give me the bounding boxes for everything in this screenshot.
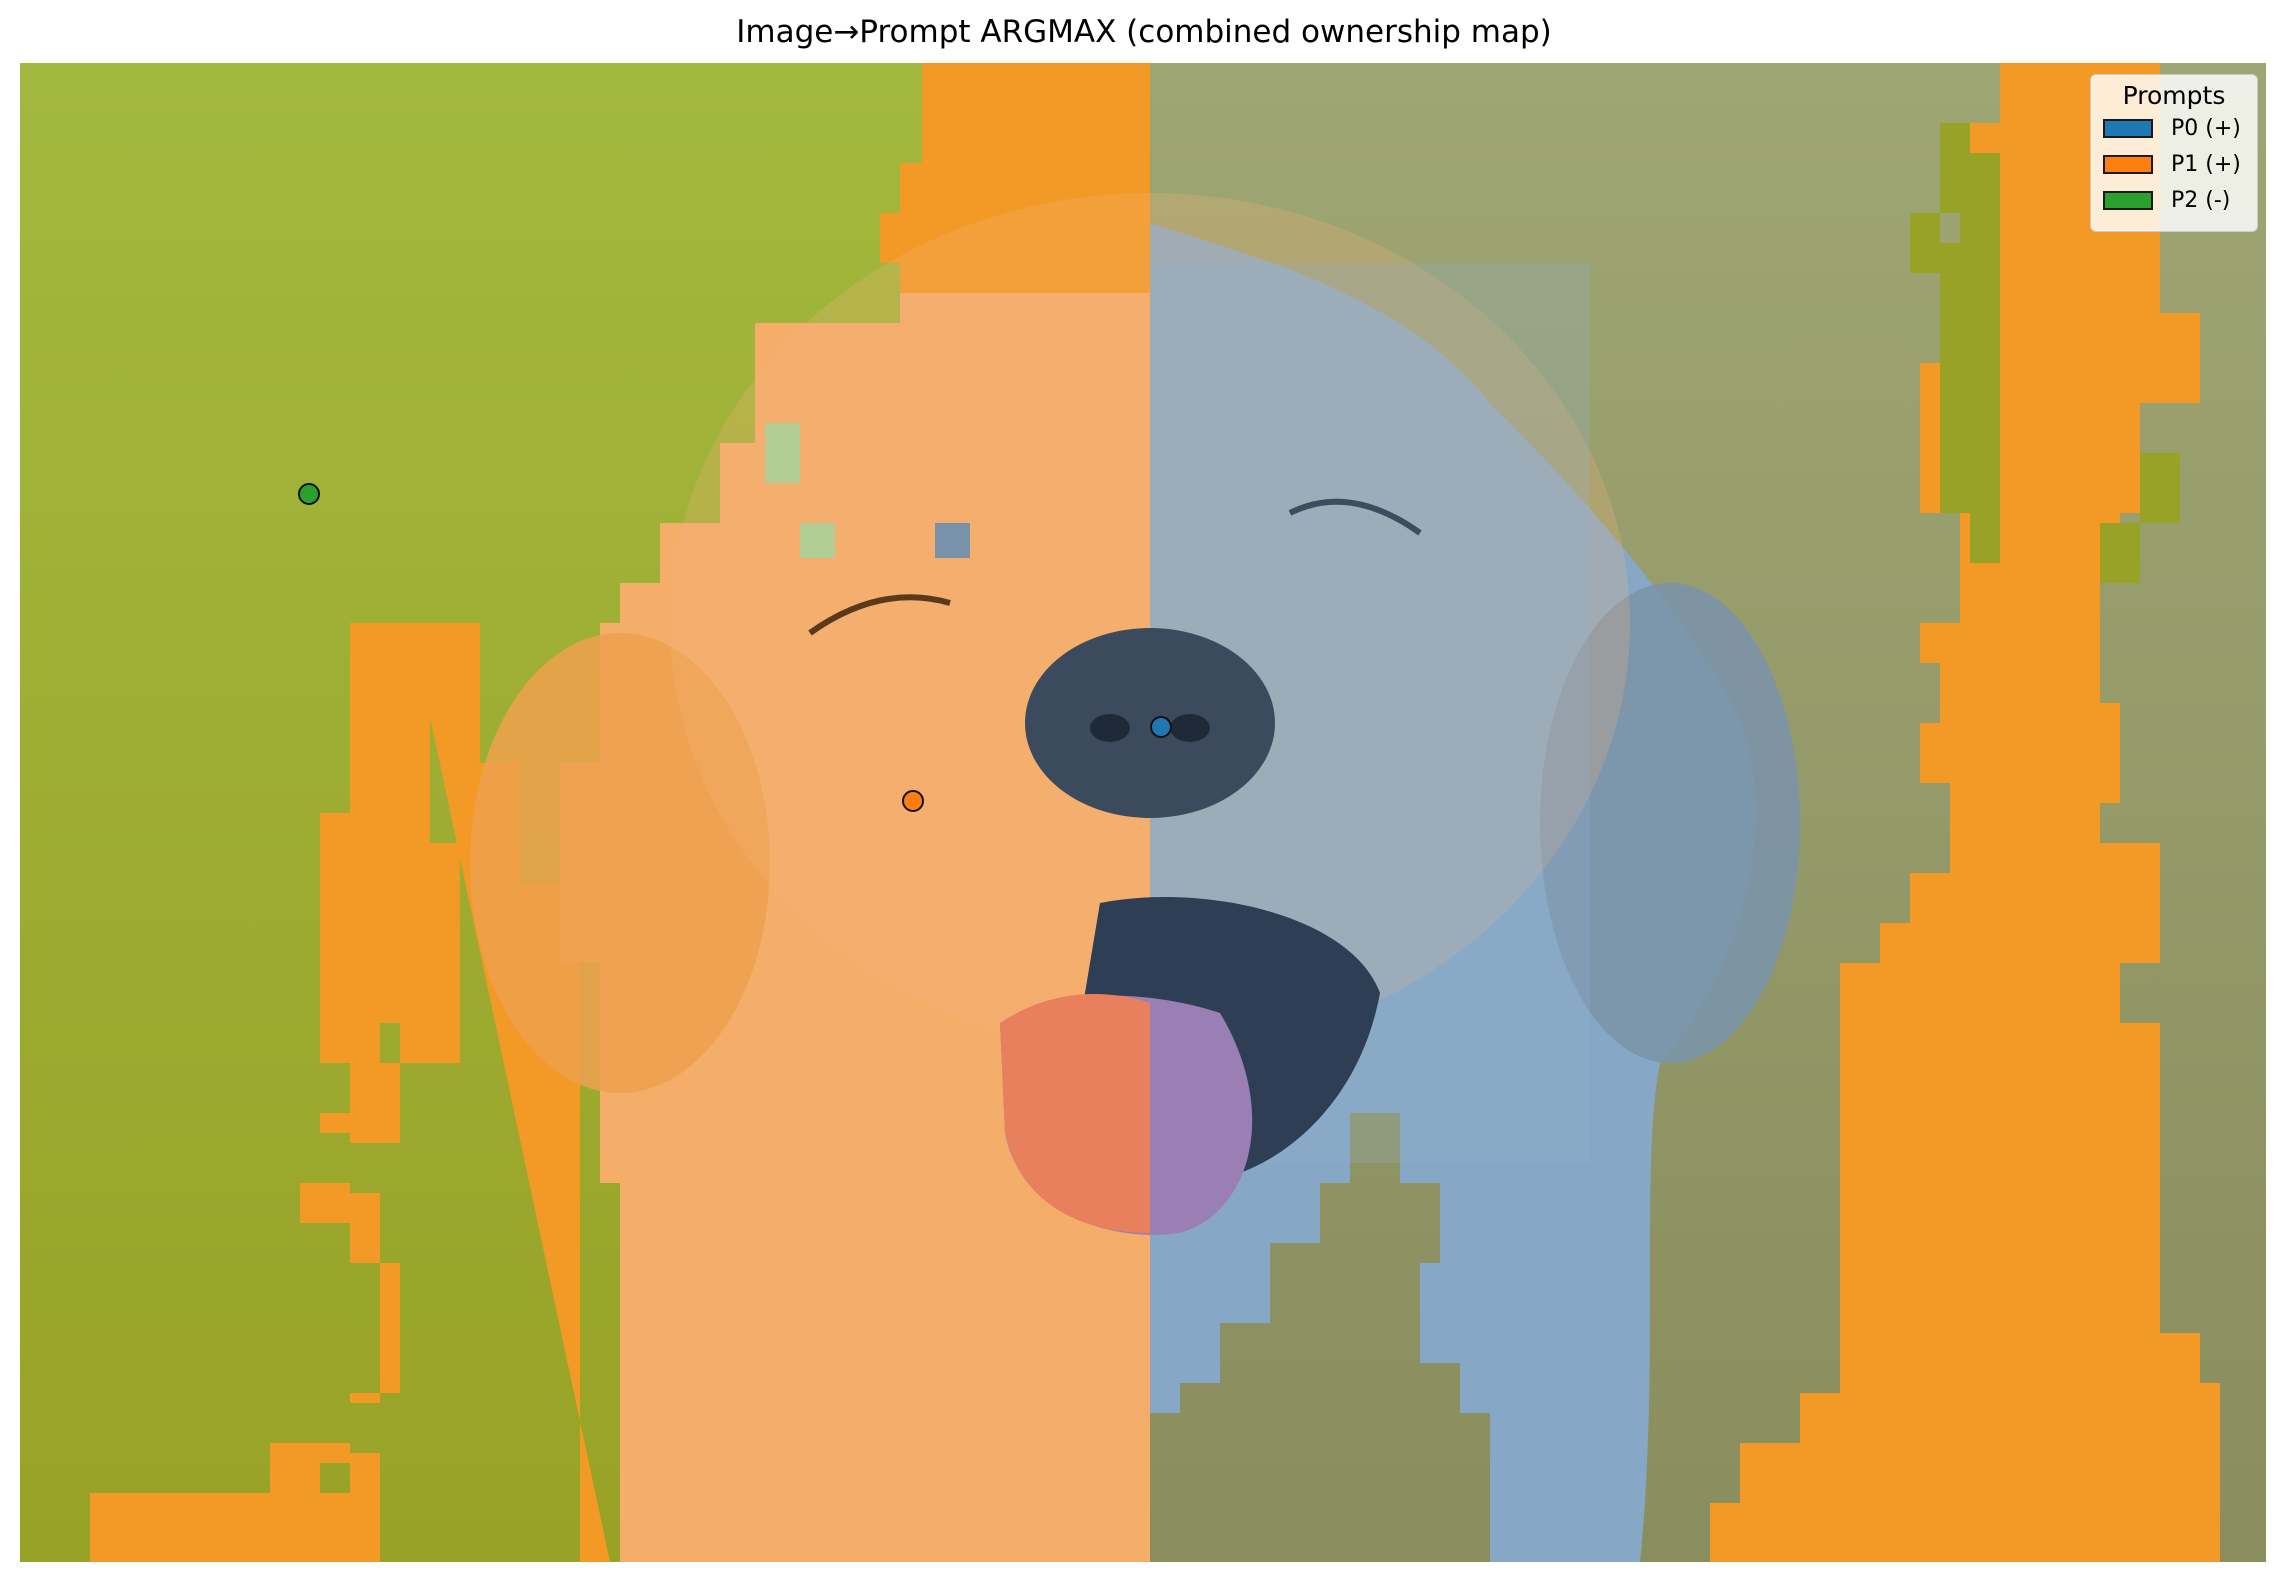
dog-nose <box>1025 628 1275 818</box>
legend-title: Prompts <box>2122 81 2226 110</box>
prompt-point-p0 <box>1150 716 1172 738</box>
legend-swatch-p0 <box>2103 118 2153 138</box>
ownership-map-image <box>20 63 2266 1562</box>
legend-swatch-p2 <box>2103 190 2153 210</box>
legend-label-p1: P1 (+) <box>2171 151 2241 177</box>
legend-item-p0: P0 (+) <box>2091 110 2257 146</box>
legend-item-p2: P2 (-) <box>2091 182 2257 218</box>
prompt-point-p2 <box>298 483 320 505</box>
figure-title: Image→Prompt ARGMAX (combined ownership … <box>736 14 1552 50</box>
legend-swatch-p1 <box>2103 154 2153 174</box>
ownership-map-figure <box>20 63 2266 1562</box>
legend: Prompts P0 (+) P1 (+) P2 (-) <box>2090 74 2258 232</box>
legend-label-p2: P2 (-) <box>2171 187 2231 213</box>
prompt-point-p1 <box>902 790 924 812</box>
legend-item-p1: P1 (+) <box>2091 146 2257 182</box>
legend-label-p0: P0 (+) <box>2171 115 2241 141</box>
